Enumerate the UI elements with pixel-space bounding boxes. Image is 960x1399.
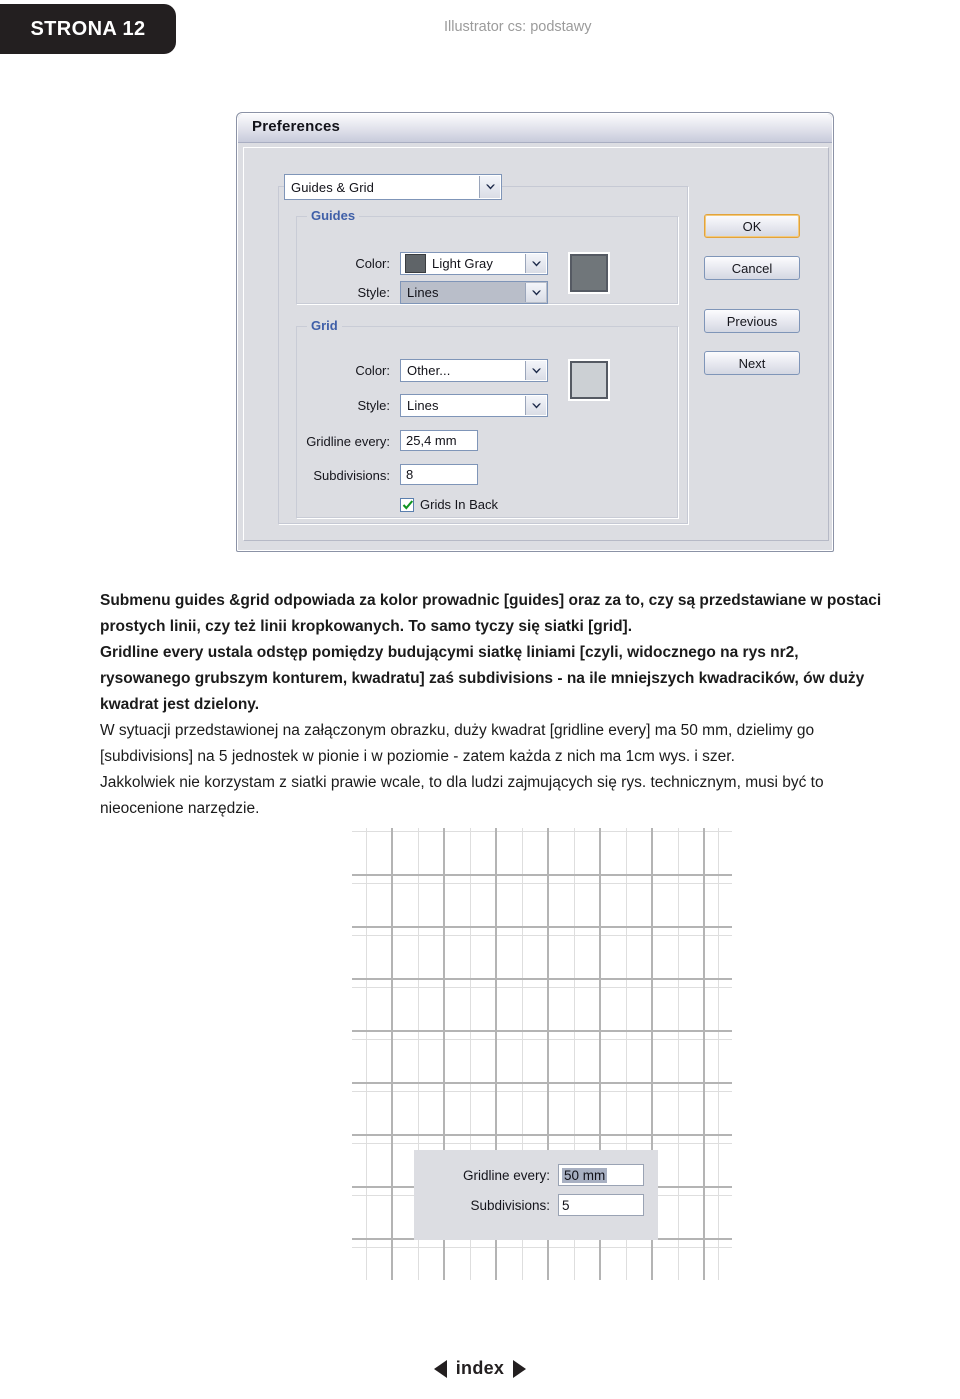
- preferences-dialog-figure: Preferences Guides & Grid Guides Color:: [236, 112, 834, 552]
- triangle-right-icon[interactable]: [513, 1359, 527, 1378]
- guides-color-preview[interactable]: [570, 254, 608, 292]
- dialog-body: Guides & Grid Guides Color: Light Gray S…: [243, 147, 829, 541]
- triangle-left-icon[interactable]: [433, 1359, 447, 1378]
- guides-color-select[interactable]: Light Gray: [400, 252, 548, 275]
- page-header: STRONA 12 Illustrator cs: podstawy: [0, 0, 960, 58]
- page-footer: index: [0, 1358, 960, 1379]
- guides-color-value: Light Gray: [432, 256, 493, 271]
- chevron-down-icon[interactable]: [479, 176, 500, 198]
- preferences-dialog: Preferences Guides & Grid Guides Color:: [236, 112, 834, 552]
- figure-gridline-row: Gridline every: 50 mm: [426, 1160, 646, 1190]
- next-button-label: Next: [738, 355, 766, 371]
- article-body: Submenu guides &grid odpowiada za kolor …: [100, 588, 890, 822]
- page-number-badge: STRONA 12: [0, 4, 176, 54]
- grids-in-back-checkbox[interactable]: [400, 497, 414, 512]
- guides-color-label: Color:: [355, 256, 390, 271]
- gridline-every-value: 25,4 mm: [406, 433, 457, 448]
- grid-figure: Gridline every: 50 mm Subdivisions: 5: [352, 828, 732, 1280]
- paragraph-3: W sytuacji przedstawionej na załączonym …: [100, 722, 815, 765]
- guides-style-label: Style:: [357, 285, 390, 300]
- paragraph-2: Gridline every ustala odstęp pomiędzy bu…: [100, 644, 865, 713]
- chevron-down-icon[interactable]: [525, 396, 546, 415]
- subdivisions-value: 8: [406, 467, 414, 482]
- figure-gridline-value: 50 mm: [562, 1167, 608, 1183]
- guides-color-swatch: [405, 254, 426, 273]
- grid-color-select[interactable]: Other...: [400, 359, 548, 382]
- grids-in-back-label: Grids In Back: [420, 497, 499, 512]
- figure-subdivisions-label: Subdivisions:: [470, 1197, 550, 1213]
- dialog-titlebar: Preferences: [238, 114, 832, 143]
- figure-subdivisions-row: Subdivisions: 5: [426, 1190, 646, 1220]
- dialog-inner: Guides & Grid Guides Color: Light Gray S…: [248, 152, 818, 532]
- grid-style-value: Lines: [407, 398, 439, 413]
- grid-group-legend: Grid: [307, 318, 342, 333]
- figure-gridline-label: Gridline every:: [462, 1167, 550, 1183]
- guides-style-select[interactable]: Lines: [400, 281, 548, 304]
- subdivisions-label: Subdivisions:: [313, 468, 390, 483]
- grid-groupbox: Grid: [296, 318, 678, 518]
- section-select-value: Guides & Grid: [291, 179, 374, 195]
- subdivisions-input[interactable]: 8: [400, 464, 478, 485]
- header-subtitle: Illustrator cs: podstawy: [444, 19, 592, 35]
- next-button[interactable]: Next: [704, 351, 800, 375]
- gridline-every-label: Gridline every:: [306, 434, 390, 449]
- cancel-button-label: Cancel: [731, 260, 773, 276]
- figure-settings-panel: Gridline every: 50 mm Subdivisions: 5: [414, 1150, 658, 1240]
- previous-button-label: Previous: [726, 313, 778, 329]
- cancel-button[interactable]: Cancel: [704, 256, 800, 280]
- gridline-every-input[interactable]: 25,4 mm: [400, 430, 478, 451]
- grids-in-back-row[interactable]: Grids In Back: [400, 497, 498, 512]
- figure-subdivisions-value: 5: [562, 1197, 570, 1213]
- ok-button-label: OK: [742, 218, 762, 234]
- chevron-down-icon[interactable]: [525, 254, 546, 273]
- paragraph-4: Jakkolwiek nie korzystam z siatki prawie…: [100, 774, 824, 817]
- figure-subdivisions-input[interactable]: 5: [558, 1194, 644, 1216]
- index-link[interactable]: index: [456, 1358, 505, 1379]
- grid-style-select[interactable]: Lines: [400, 394, 548, 417]
- guides-style-value: Lines: [407, 285, 439, 300]
- grid-color-value: Other...: [407, 363, 451, 378]
- previous-button[interactable]: Previous: [704, 309, 800, 333]
- guides-group-legend: Guides: [307, 208, 360, 223]
- grid-color-preview[interactable]: [570, 361, 608, 399]
- dialog-title: Preferences: [252, 118, 341, 135]
- paragraph-1: Submenu guides &grid odpowiada za kolor …: [100, 592, 882, 635]
- grid-color-label: Color:: [355, 363, 390, 378]
- chevron-down-icon[interactable]: [525, 283, 546, 302]
- figure-gridline-input[interactable]: 50 mm: [558, 1164, 644, 1186]
- chevron-down-icon[interactable]: [525, 361, 546, 380]
- section-select[interactable]: Guides & Grid: [284, 174, 502, 200]
- ok-button[interactable]: OK: [704, 214, 800, 238]
- grid-style-label: Style:: [357, 398, 390, 413]
